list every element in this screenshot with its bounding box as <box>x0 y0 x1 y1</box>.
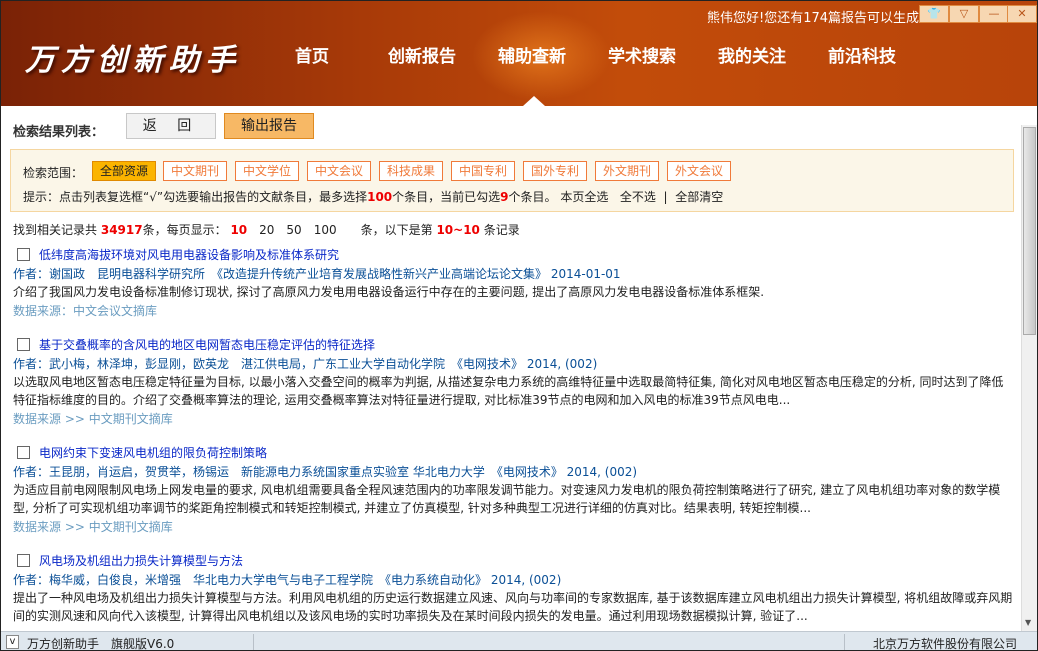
minimize-icon[interactable]: — <box>979 5 1009 23</box>
summary-unit1: 条，每页显示： <box>142 223 227 237</box>
scrollbar-thumb[interactable] <box>1023 127 1036 335</box>
filter-foreign-patent[interactable]: 国外专利 <box>523 161 588 181</box>
dropdown-icon[interactable]: ▽ <box>949 5 979 23</box>
item-title-link[interactable]: 基于交叠概率的含风电的地区电网暂态电压稳定评估的特征选择 <box>13 335 1013 355</box>
nav-home[interactable]: 首页 <box>295 42 329 67</box>
list-item: 低纬度高海拔环境对风电用电器设备影响及标准体系研究 作者：谢国政 昆明电器科学研… <box>13 245 1013 321</box>
results-summary: 找到相关记录共 34917条，每页显示： 10 20 50 100 条，以下是第 10~… <box>13 221 520 238</box>
greeting-text: 熊伟您好!您还有174篇报告可以生成! <box>707 11 925 26</box>
clear-all-link[interactable]: 全部清空 <box>675 190 723 204</box>
filter-cn-conference[interactable]: 中文会议 <box>307 161 372 181</box>
item-checkbox[interactable] <box>17 554 30 567</box>
status-bar: v 万方创新助手 旗舰版V6.0 北京万方软件股份有限公司 <box>1 631 1037 651</box>
summary-unit2: 条，以下是第 <box>360 223 433 237</box>
item-authors: 作者：武小梅，林泽坤，彭显刚，欧英龙 湛江供电局，广东工业大学自动化学院 《电网… <box>13 357 598 371</box>
export-report-button[interactable]: 输出报告 <box>224 113 314 139</box>
hint-post: 个条目。 <box>508 190 557 204</box>
item-source[interactable]: 数据来源：中文会议文摘库 <box>13 301 1013 321</box>
close-icon[interactable]: ✕ <box>1007 5 1037 23</box>
app-window: 万方创新助手 熊伟您好!您还有174篇报告可以生成! 👕 ▽ — ✕ 首页 创新… <box>0 0 1038 651</box>
company-name: 北京万方软件股份有限公司 <box>872 637 1017 651</box>
item-checkbox[interactable] <box>17 248 30 261</box>
app-logo: 万方创新助手 <box>25 43 241 78</box>
checked-count: 9 <box>500 190 509 204</box>
filter-achievement[interactable]: 科技成果 <box>379 161 444 181</box>
item-abstract: 为适应目前电网限制风电场上网发电量的要求, 风电机组需要具备全程风速范围内的功率… <box>13 483 1001 515</box>
filter-cn-journal[interactable]: 中文期刊 <box>163 161 228 181</box>
item-source[interactable]: 数据来源 >> 中文期刊文摘库 <box>13 517 1013 537</box>
status-divider <box>844 634 845 650</box>
nav-novelty-search[interactable]: 辅助查新 <box>498 42 566 67</box>
item-authors: 作者：王昆朋，肖运启，贺贯举，杨锡运 新能源电力系统国家重点实验室 华北电力大学… <box>13 465 638 479</box>
chevron-down-icon[interactable]: v <box>6 635 19 649</box>
page-size-10[interactable]: 10 <box>230 223 247 237</box>
hint-mid: 个条目，当前已勾选 <box>392 190 501 204</box>
nav-frontier-tech[interactable]: 前沿科技 <box>828 42 896 67</box>
page-size-100[interactable]: 100 <box>314 223 337 237</box>
list-item: 基于交叠概率的含风电的地区电网暂态电压稳定评估的特征选择 作者：武小梅，林泽坤，… <box>13 335 1013 429</box>
nav-academic-search[interactable]: 学术搜索 <box>608 42 676 67</box>
scroll-down-icon[interactable]: ▼ <box>1025 618 1031 627</box>
item-authors: 作者：谢国政 昆明电器科学研究所 《改造提升传统产业培育发展战略性新兴产业高端论… <box>13 267 621 281</box>
skin-icon[interactable]: 👕 <box>919 5 949 23</box>
filter-foreign-journal[interactable]: 外文期刊 <box>595 161 660 181</box>
item-abstract: 以选取风电地区暂态电压稳定特征量为目标, 以最小落入交叠空间的概率为判据, 从描… <box>13 375 1004 407</box>
item-authors: 作者：梅华威，白俊良，米增强 华北电力大学电气与电子工程学院 《电力系统自动化》… <box>13 573 562 587</box>
page-size-20[interactable]: 20 <box>259 223 274 237</box>
divider: | <box>663 190 668 204</box>
status-divider <box>253 634 254 650</box>
list-item: 风电场及机组出力损失计算模型与方法 作者：梅华威，白俊良，米增强 华北电力大学电… <box>13 551 1013 625</box>
item-checkbox[interactable] <box>17 446 30 459</box>
filter-all[interactable]: 全部资源 <box>92 161 157 181</box>
summary-unit3: 条记录 <box>483 223 520 237</box>
nav-my-follow[interactable]: 我的关注 <box>718 42 786 67</box>
filter-cn-degree[interactable]: 中文学位 <box>235 161 300 181</box>
filter-foreign-conference[interactable]: 外文会议 <box>667 161 732 181</box>
hint-prefix: 提示：点击列表复选框“√”勾选要输出报告的文献条目，最多选择 <box>23 190 368 204</box>
filter-cn-patent[interactable]: 中国专利 <box>451 161 516 181</box>
header: 万方创新助手 熊伟您好!您还有174篇报告可以生成! 👕 ▽ — ✕ 首页 创新… <box>1 1 1037 106</box>
item-checkbox[interactable] <box>17 338 30 351</box>
max-count: 100 <box>367 190 393 204</box>
list-item: 电网约束下变速风电机组的限负荷控制策略 作者：王昆朋，肖运启，贺贯举，杨锡运 新… <box>13 443 1013 537</box>
item-source[interactable]: 数据来源 >> 中文期刊文摘库 <box>13 409 1013 429</box>
select-page-link[interactable]: 本页全选 <box>560 190 608 204</box>
item-title-link[interactable]: 风电场及机组出力损失计算模型与方法 <box>13 551 1013 571</box>
nav-innovation-report[interactable]: 创新报告 <box>388 42 456 67</box>
item-title-link[interactable]: 电网约束下变速风电机组的限负荷控制策略 <box>13 443 1013 463</box>
filter-panel: 检索范围： 全部资源 中文期刊 中文学位 中文会议 科技成果 中国专利 国外专利… <box>10 149 1014 212</box>
item-abstract: 介绍了我国风力发电设备标准制修订现状, 探讨了高原风力发电用电器设备运行中存在的… <box>13 285 765 299</box>
summary-prefix: 找到相关记录共 <box>13 223 98 237</box>
total-count: 34917 <box>100 223 143 237</box>
record-range: 10~10 <box>436 223 480 237</box>
page-size-50[interactable]: 50 <box>286 223 301 237</box>
vertical-scrollbar[interactable]: ▼ <box>1021 125 1037 631</box>
item-abstract: 提出了一种风电场及机组出力损失计算模型与方法。利用风电机组的历史运行数据建立风速… <box>13 591 1013 623</box>
select-none-link[interactable]: 全不选 <box>620 190 656 204</box>
hint-text: 提示：点击列表复选框“√”勾选要输出报告的文献条目，最多选择100个条目，当前已… <box>23 188 723 205</box>
results-list-label: 检索结果列表： <box>13 125 105 140</box>
item-title-link[interactable]: 低纬度高海拔环境对风电用电器设备影响及标准体系研究 <box>13 245 1013 265</box>
result-list: 低纬度高海拔环境对风电用电器设备影响及标准体系研究 作者：谢国政 昆明电器科学研… <box>13 245 1013 639</box>
app-version: 万方创新助手 旗舰版V6.0 <box>27 637 175 651</box>
active-nav-indicator <box>523 96 545 106</box>
back-button[interactable]: 返 回 <box>126 113 216 139</box>
filter-label: 检索范围： <box>23 166 84 180</box>
